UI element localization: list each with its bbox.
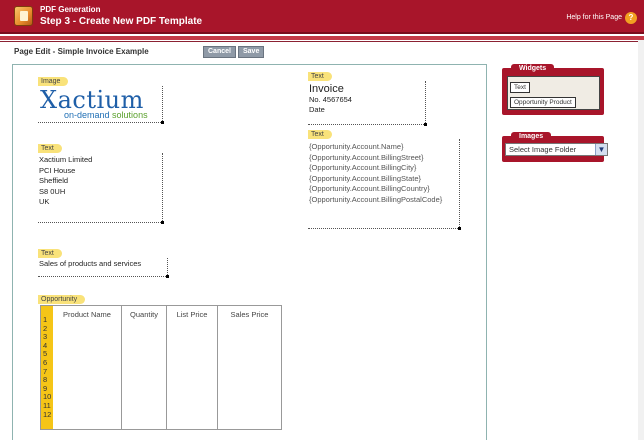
image-folder-select-value: Select Image Folder <box>509 145 577 154</box>
column-product-name[interactable]: Product Name <box>53 306 122 429</box>
help-link[interactable]: Help for this Page <box>566 14 622 21</box>
company-text-tag[interactable]: Text <box>38 144 62 153</box>
step-title: Step 3 - Create New PDF Template <box>40 16 203 27</box>
resize-handle[interactable] <box>161 121 164 124</box>
cancel-button[interactable]: Cancel <box>203 46 236 58</box>
edit-toolbar: Page Edit - Simple Invoice Example Cance… <box>0 41 644 61</box>
resize-handle[interactable] <box>166 275 169 278</box>
image-folder-select[interactable]: Select Image Folder ▼ <box>505 143 608 156</box>
invoice-text-frame[interactable] <box>308 81 427 126</box>
resize-handle[interactable] <box>458 227 461 230</box>
sales-text-tag[interactable]: Text <box>38 249 62 258</box>
account-text-frame[interactable] <box>308 139 461 230</box>
resize-handle[interactable] <box>424 123 427 126</box>
invoice-text-tag[interactable]: Text <box>308 72 332 81</box>
account-text-tag[interactable]: Text <box>308 130 332 139</box>
widget-opportunity-product-item[interactable]: Opportunity Product <box>510 97 576 108</box>
images-panel-title: Images <box>511 132 552 141</box>
page-header: PDF Generation Step 3 - Create New PDF T… <box>0 0 644 34</box>
opportunity-table[interactable]: 1 2 3 4 5 6 7 8 9 10 11 12 Product Name … <box>40 305 282 430</box>
app-logo-icon <box>14 6 33 26</box>
save-button[interactable]: Save <box>238 46 265 58</box>
page-edit-title: Page Edit - Simple Invoice Example <box>14 47 149 56</box>
row-number: 12 <box>43 409 52 419</box>
image-widget-tag[interactable]: Image <box>38 77 69 86</box>
column-sales-price[interactable]: Sales Price <box>218 306 281 429</box>
widgets-panel-title: Widgets <box>511 64 555 73</box>
help-icon[interactable]: ? <box>625 12 637 24</box>
column-list-price[interactable]: List Price <box>167 306 218 429</box>
header-underbar <box>0 36 644 40</box>
company-text-frame[interactable] <box>38 153 164 224</box>
widget-text-item[interactable]: Text <box>510 82 530 93</box>
resize-handle[interactable] <box>161 221 164 224</box>
column-quantity[interactable]: Quantity <box>122 306 167 429</box>
image-widget-frame[interactable] <box>38 86 164 124</box>
row-number-column: 1 2 3 4 5 6 7 8 9 10 11 12 <box>41 306 53 429</box>
app-title: PDF Generation <box>40 5 101 14</box>
sales-text-frame[interactable] <box>38 258 169 278</box>
chevron-down-icon[interactable]: ▼ <box>595 144 607 155</box>
vertical-scrollbar[interactable] <box>638 40 644 440</box>
opportunity-tag[interactable]: Opportunity <box>38 295 86 304</box>
